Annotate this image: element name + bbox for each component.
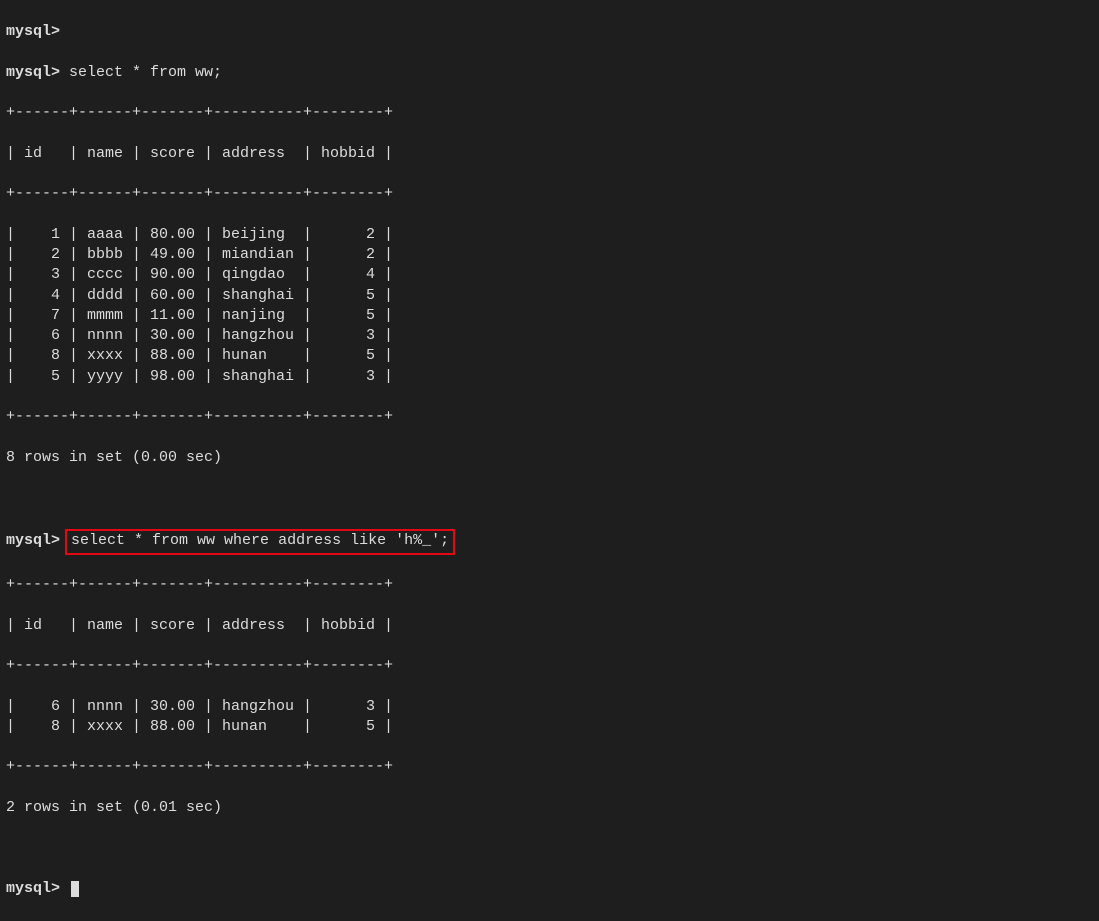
table-header: | id | name | score | address | hobbid |	[6, 144, 1093, 164]
mysql-prompt: mysql>	[6, 532, 60, 549]
result-summary: 2 rows in set (0.01 sec)	[6, 798, 1093, 818]
table-row: | 3 | cccc | 90.00 | qingdao | 4 |	[6, 265, 1093, 285]
mysql-prompt: mysql>	[6, 23, 60, 40]
table-divider: +------+------+-------+----------+------…	[6, 184, 1093, 204]
table-row: | 6 | nnnn | 30.00 | hangzhou | 3 |	[6, 326, 1093, 346]
table-divider: +------+------+-------+----------+------…	[6, 407, 1093, 427]
table-row: | 8 | xxxx | 88.00 | hunan | 5 |	[6, 717, 1093, 737]
table-header: | id | name | score | address | hobbid |	[6, 616, 1093, 636]
sql-query-1: select * from ww;	[69, 64, 222, 81]
mysql-prompt: mysql>	[6, 880, 60, 897]
cursor[interactable]	[71, 881, 79, 897]
table-divider: +------+------+-------+----------+------…	[6, 656, 1093, 676]
table-row: | 6 | nnnn | 30.00 | hangzhou | 3 |	[6, 697, 1093, 717]
table-row: | 4 | dddd | 60.00 | shanghai | 5 |	[6, 286, 1093, 306]
mysql-prompt: mysql>	[6, 64, 60, 81]
result-summary: 8 rows in set (0.00 sec)	[6, 448, 1093, 468]
table-row: | 2 | bbbb | 49.00 | miandian | 2 |	[6, 245, 1093, 265]
table-row: | 1 | aaaa | 80.00 | beijing | 2 |	[6, 225, 1093, 245]
terminal-output: mysql> mysql> select * from ww; +------+…	[0, 0, 1099, 921]
table-divider: +------+------+-------+----------+------…	[6, 757, 1093, 777]
table-row: | 8 | xxxx | 88.00 | hunan | 5 |	[6, 346, 1093, 366]
table-divider: +------+------+-------+----------+------…	[6, 575, 1093, 595]
highlighted-query: select * from ww where address like 'h%_…	[65, 529, 455, 555]
table-row: | 5 | yyyy | 98.00 | shanghai | 3 |	[6, 367, 1093, 387]
table-row: | 7 | mmmm | 11.00 | nanjing | 5 |	[6, 306, 1093, 326]
table-divider: +------+------+-------+----------+------…	[6, 103, 1093, 123]
sql-query-2: select * from ww where address like 'h%_…	[71, 532, 449, 549]
